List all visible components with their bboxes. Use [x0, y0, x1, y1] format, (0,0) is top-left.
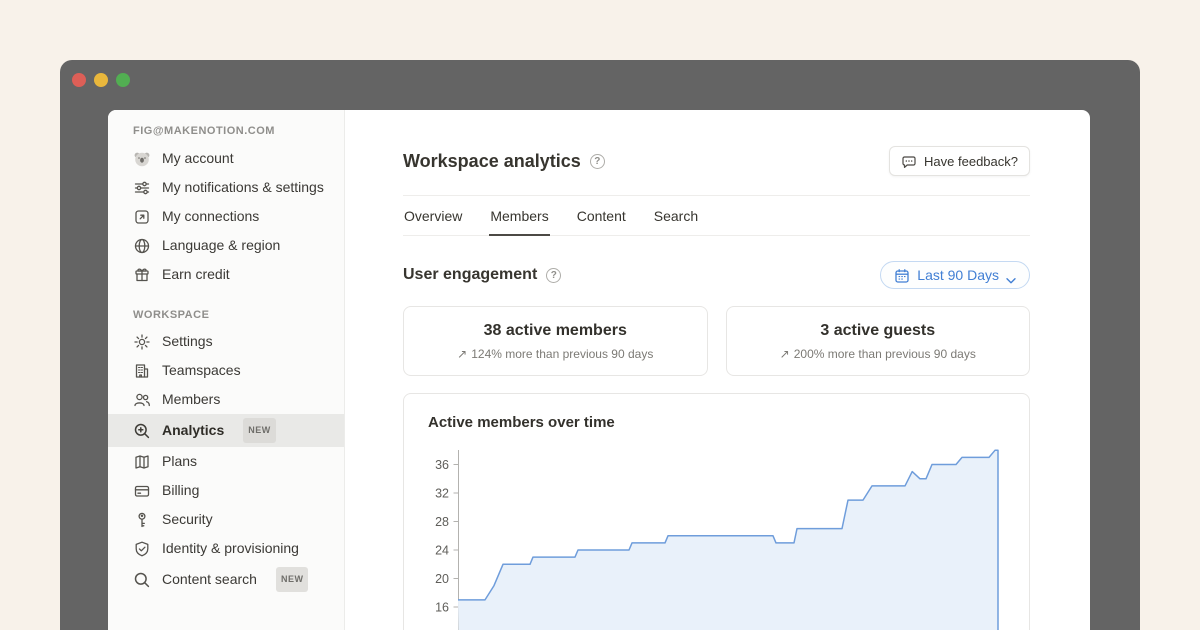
sidebar-item-label: Members	[162, 389, 220, 410]
chevron-down-icon	[1006, 272, 1016, 279]
avatar-icon	[133, 150, 151, 168]
arrow-square-icon	[133, 208, 151, 226]
sidebar-item-label: Teamspaces	[162, 360, 241, 381]
account-email: FIG@MAKENOTION.COM	[133, 125, 332, 137]
sidebar-item-analytics[interactable]: Analytics NEW	[108, 414, 344, 447]
active-members-chart-card: Active members over time 36 32 28 24 20 16	[403, 393, 1030, 630]
main-content: Workspace analytics ? Have feedback? Ove…	[345, 110, 1090, 630]
building-icon	[133, 362, 151, 380]
stat-delta-text: 200% more than previous 90 days	[794, 347, 976, 361]
stat-delta: ↗ 124% more than previous 90 days	[414, 347, 697, 361]
stat-cards: 38 active members ↗ 124% more than previo…	[403, 306, 1030, 376]
active-guests-card: 3 active guests ↗ 200% more than previous…	[726, 306, 1031, 376]
analytics-tabs: Overview Members Content Search	[403, 196, 1030, 236]
svg-text:32: 32	[435, 487, 449, 501]
user-engagement-header: User engagement ? Last 90 Days	[403, 261, 1030, 289]
sidebar-item-label: Content search	[162, 569, 257, 590]
section-title-text: User engagement	[403, 266, 537, 284]
sidebar-account-section: My account My notifications & settings My …	[108, 144, 344, 289]
svg-text:28: 28	[435, 515, 449, 529]
settings-panel: FIG@MAKENOTION.COM My account My notifica…	[108, 110, 1090, 630]
gear-icon	[133, 333, 151, 351]
date-range-label: Last 90 Days	[917, 267, 999, 283]
speech-bubble-icon	[901, 153, 917, 169]
sidebar-item-language-region[interactable]: Language & region	[108, 231, 344, 260]
window-controls	[72, 73, 130, 87]
sidebar-item-my-connections[interactable]: My connections	[108, 202, 344, 231]
search-icon	[133, 571, 151, 589]
sidebar-item-label: Plans	[162, 451, 197, 472]
key-icon	[133, 511, 151, 529]
svg-text:16: 16	[435, 601, 449, 615]
credit-card-icon	[133, 482, 151, 500]
help-icon[interactable]: ?	[546, 268, 561, 283]
workspace-section-header: WORKSPACE	[133, 309, 332, 321]
shield-check-icon	[133, 540, 151, 558]
main-header: Workspace analytics ? Have feedback?	[403, 146, 1030, 176]
stat-value: 3 active guests	[737, 322, 1020, 340]
people-icon	[133, 391, 151, 409]
sidebar-item-members[interactable]: Members	[108, 385, 344, 414]
sliders-icon	[133, 179, 151, 197]
sidebar-item-label: Security	[162, 509, 213, 530]
new-badge: NEW	[243, 418, 276, 443]
svg-text:36: 36	[435, 458, 449, 472]
sidebar-item-security[interactable]: Security	[108, 505, 344, 534]
sidebar-workspace-section: Settings Teamspaces Members Analytics NEW Pla…	[108, 327, 344, 596]
globe-icon	[133, 237, 151, 255]
sidebar-item-label: Earn credit	[162, 264, 230, 285]
tab-overview[interactable]: Overview	[403, 196, 463, 236]
have-feedback-button[interactable]: Have feedback?	[889, 146, 1030, 176]
section-title: User engagement ?	[403, 266, 561, 284]
sidebar-item-teamspaces[interactable]: Teamspaces	[108, 356, 344, 385]
zoom-in-icon	[133, 422, 151, 440]
stat-delta: ↗ 200% more than previous 90 days	[737, 347, 1020, 361]
sidebar-item-label: My connections	[162, 206, 259, 227]
sidebar-item-label: My notifications & settings	[162, 177, 324, 198]
sidebar-item-label: Billing	[162, 480, 199, 501]
tab-members[interactable]: Members	[489, 196, 549, 236]
sidebar-item-plans[interactable]: Plans	[108, 447, 344, 476]
chart-title: Active members over time	[428, 414, 1005, 431]
map-icon	[133, 453, 151, 471]
sidebar-item-label: Settings	[162, 331, 213, 352]
sidebar-item-settings[interactable]: Settings	[108, 327, 344, 356]
sidebar-item-earn-credit[interactable]: Earn credit	[108, 260, 344, 289]
sidebar-item-label: My account	[162, 148, 234, 169]
stat-delta-text: 124% more than previous 90 days	[471, 347, 653, 361]
date-range-filter[interactable]: Last 90 Days	[880, 261, 1030, 289]
sidebar-item-my-notifications-settings[interactable]: My notifications & settings	[108, 173, 344, 202]
stat-value: 38 active members	[414, 322, 697, 340]
new-badge: NEW	[276, 567, 309, 592]
tab-content[interactable]: Content	[576, 196, 627, 236]
sidebar-item-label: Analytics	[162, 420, 224, 441]
close-window-button[interactable]	[72, 73, 86, 87]
active-members-area-chart: 36 32 28 24 20 16	[428, 444, 1005, 630]
trend-up-icon: ↗	[780, 347, 790, 361]
minimize-window-button[interactable]	[94, 73, 108, 87]
calendar-icon	[894, 267, 910, 283]
tab-search[interactable]: Search	[653, 196, 699, 236]
sidebar-item-label: Identity & provisioning	[162, 538, 299, 559]
zoom-window-button[interactable]	[116, 73, 130, 87]
gift-icon	[133, 266, 151, 284]
trend-up-icon: ↗	[457, 347, 467, 361]
sidebar-item-identity-provisioning[interactable]: Identity & provisioning	[108, 534, 344, 563]
app-window: FIG@MAKENOTION.COM My account My notifica…	[60, 60, 1140, 630]
sidebar-item-label: Language & region	[162, 235, 280, 256]
have-feedback-label: Have feedback?	[924, 154, 1018, 169]
sidebar-item-content-search[interactable]: Content search NEW	[108, 563, 344, 596]
page-title-text: Workspace analytics	[403, 151, 581, 172]
active-members-card: 38 active members ↗ 124% more than previo…	[403, 306, 708, 376]
settings-sidebar: FIG@MAKENOTION.COM My account My notifica…	[108, 110, 345, 630]
svg-text:24: 24	[435, 544, 449, 558]
page-title: Workspace analytics ?	[403, 151, 605, 172]
help-icon[interactable]: ?	[590, 154, 605, 169]
sidebar-item-my-account[interactable]: My account	[108, 144, 344, 173]
svg-text:20: 20	[435, 572, 449, 586]
sidebar-item-billing[interactable]: Billing	[108, 476, 344, 505]
